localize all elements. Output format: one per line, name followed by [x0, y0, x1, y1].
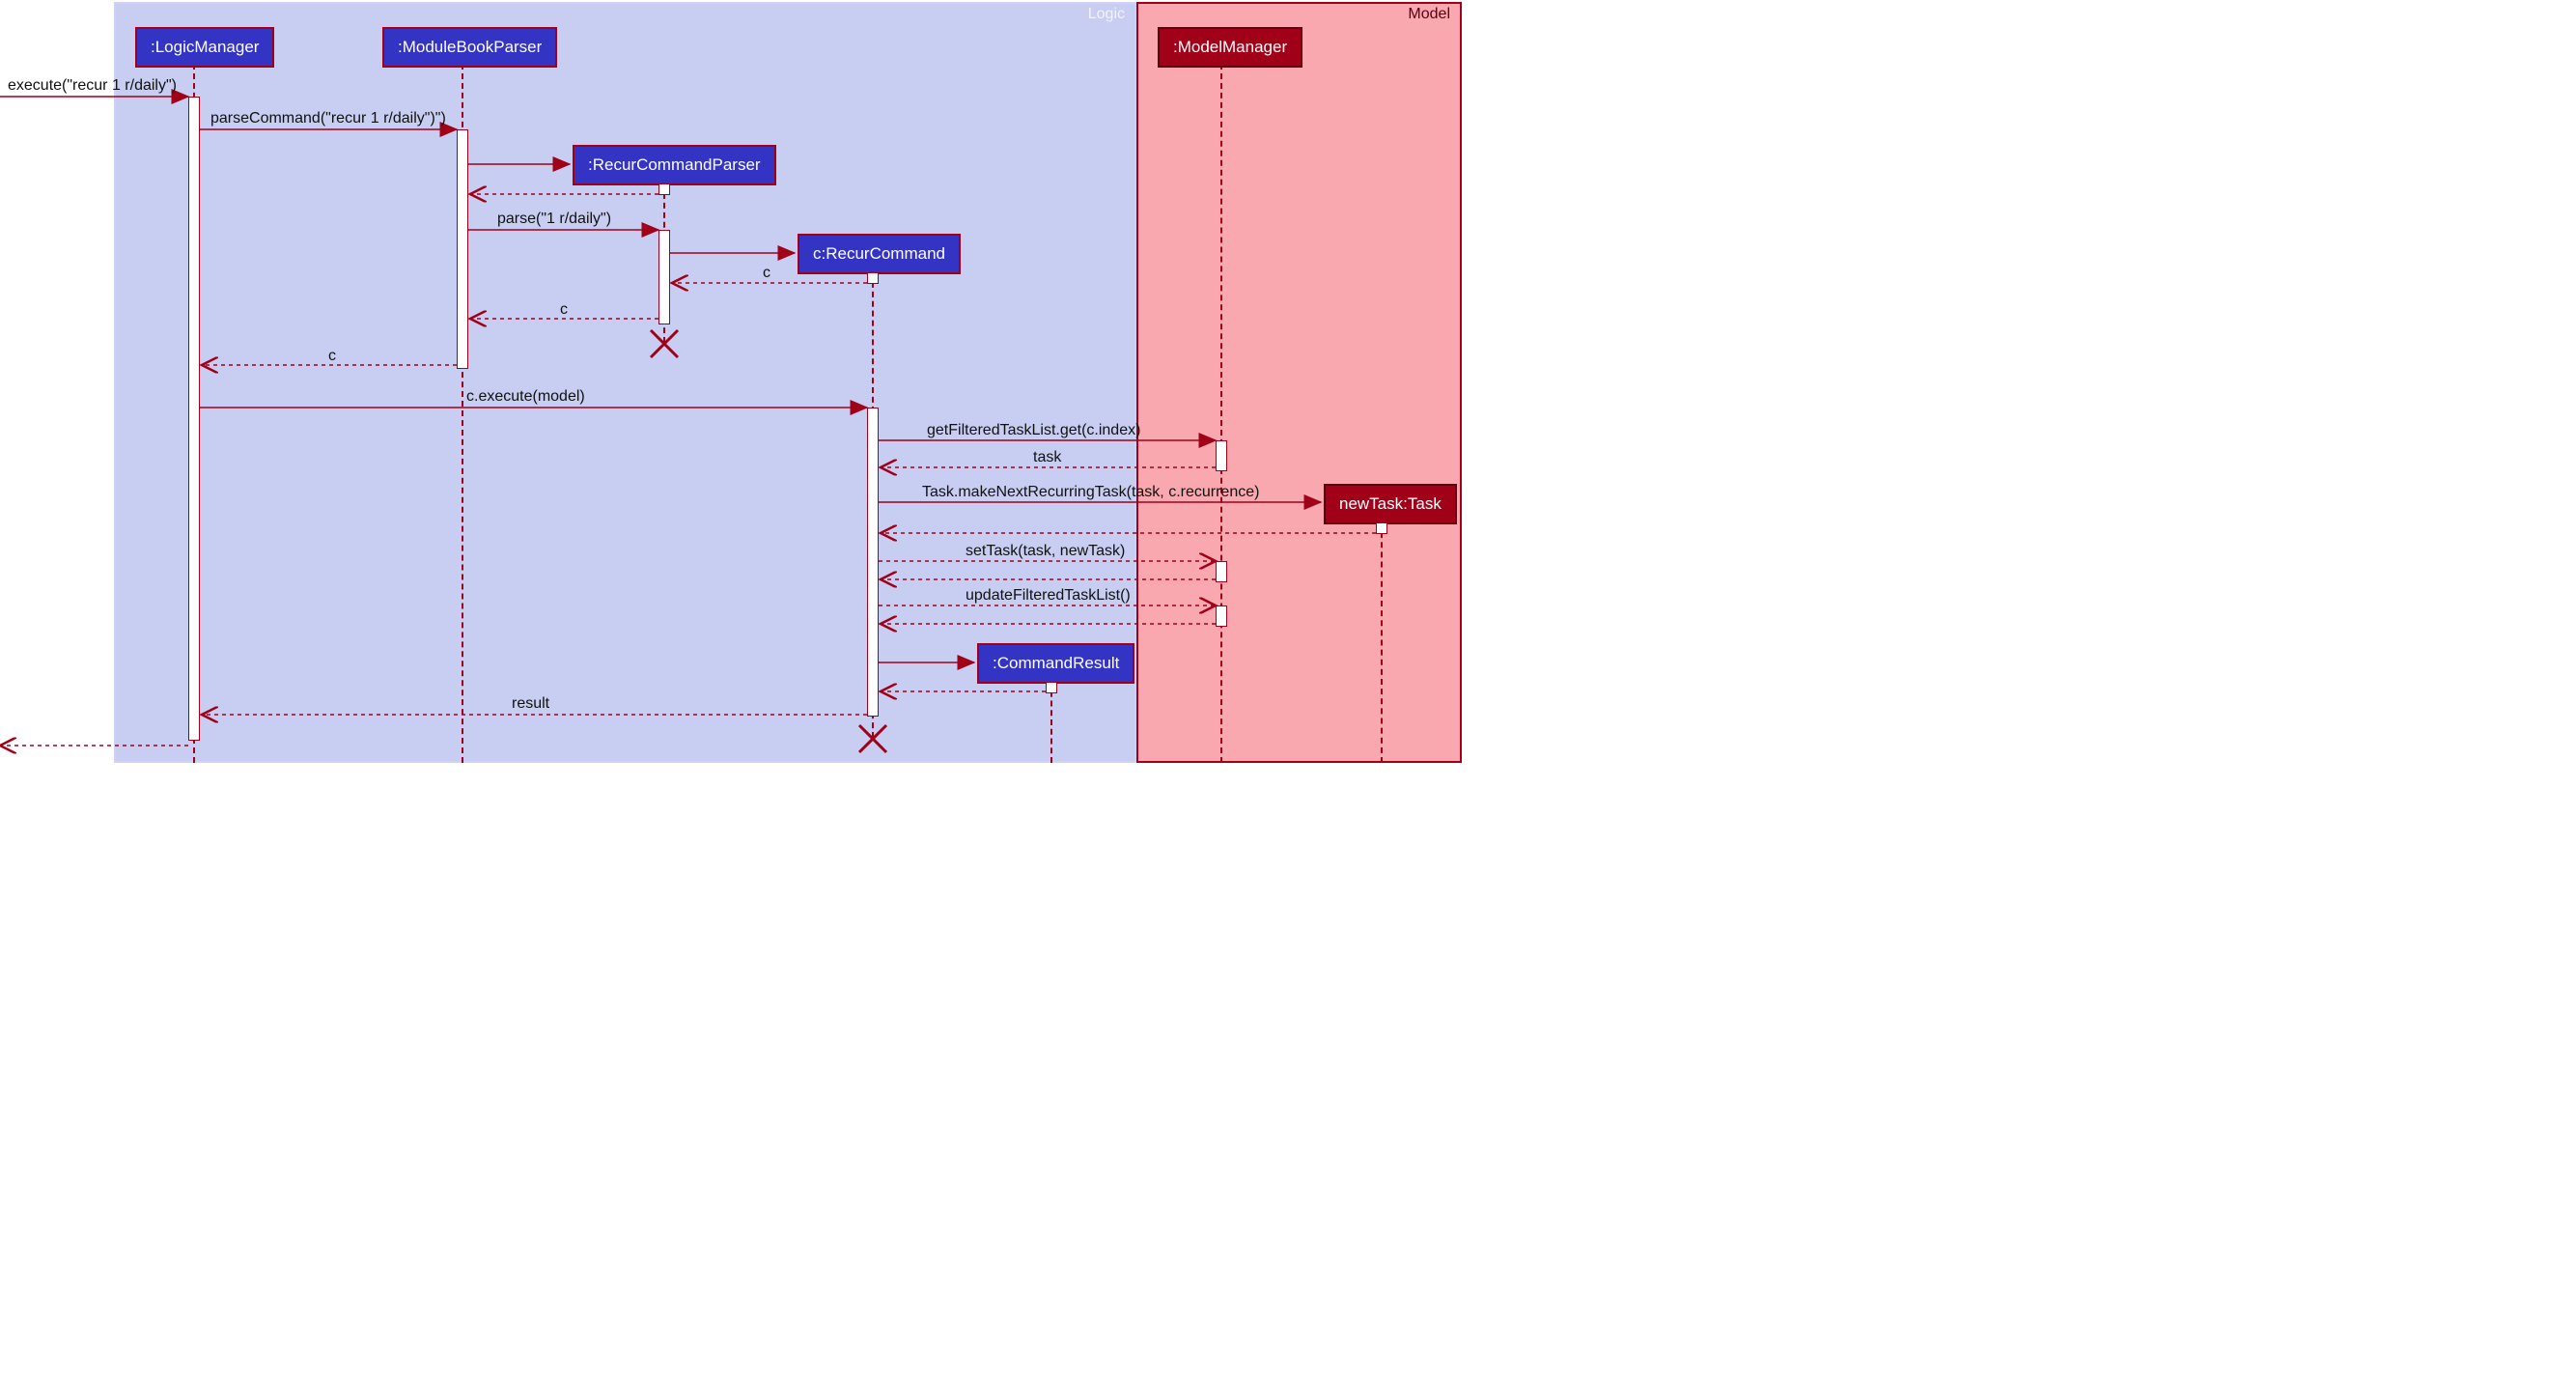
activation-model-manager-1 [1216, 440, 1227, 471]
activation-recur-command-create [867, 272, 879, 284]
activation-recur-command [867, 408, 879, 717]
activation-recur-command-parser-create [658, 183, 670, 195]
lifeline-new-task [1381, 522, 1383, 763]
msg-result: result [512, 695, 549, 713]
msg-parse-command: parseCommand("recur 1 r/daily")") [210, 110, 446, 127]
activation-logic-manager [188, 97, 200, 741]
participant-logic-manager: :LogicManager [135, 27, 274, 68]
model-frame: Model [1136, 2, 1462, 763]
participant-command-result: :CommandResult [977, 643, 1134, 684]
msg-c-execute: c.execute(model) [466, 388, 585, 406]
logic-frame-label: Logic [1088, 4, 1125, 25]
msg-return-c-2: c [560, 301, 568, 319]
activation-model-manager-2 [1216, 561, 1227, 582]
activation-model-manager-3 [1216, 606, 1227, 627]
activation-module-book-parser [457, 129, 468, 369]
model-frame-label: Model [1408, 4, 1450, 25]
participant-model-manager: :ModelManager [1158, 27, 1302, 68]
activation-command-result [1046, 682, 1057, 693]
msg-execute: execute("recur 1 r/daily") [8, 77, 177, 95]
msg-get-filtered: getFilteredTaskList.get(c.index) [927, 422, 1140, 439]
destroy-icon [857, 723, 888, 754]
msg-set-task: setTask(task, newTask) [966, 543, 1125, 560]
participant-new-task: newTask:Task [1324, 484, 1457, 524]
msg-make-next: Task.makeNextRecurringTask(task, c.recur… [922, 484, 1259, 501]
participant-recur-command-parser: :RecurCommandParser [573, 145, 776, 185]
msg-task: task [1033, 449, 1061, 466]
participant-module-book-parser: :ModuleBookParser [382, 27, 557, 68]
msg-return-c-3: c [328, 348, 336, 365]
lifeline-command-result [1050, 682, 1052, 763]
activation-new-task [1376, 522, 1387, 534]
msg-update-filtered: updateFilteredTaskList() [966, 587, 1131, 605]
msg-parse: parse("1 r/daily") [497, 211, 611, 228]
participant-recur-command: c:RecurCommand [798, 234, 961, 274]
activation-recur-command-parser [658, 230, 670, 324]
destroy-icon [649, 328, 680, 359]
lifeline-model-manager [1220, 64, 1222, 763]
sequence-diagram: Logic Model :LogicManager :ModuleBookPar… [0, 0, 1464, 764]
msg-return-c-1: c [763, 265, 770, 282]
